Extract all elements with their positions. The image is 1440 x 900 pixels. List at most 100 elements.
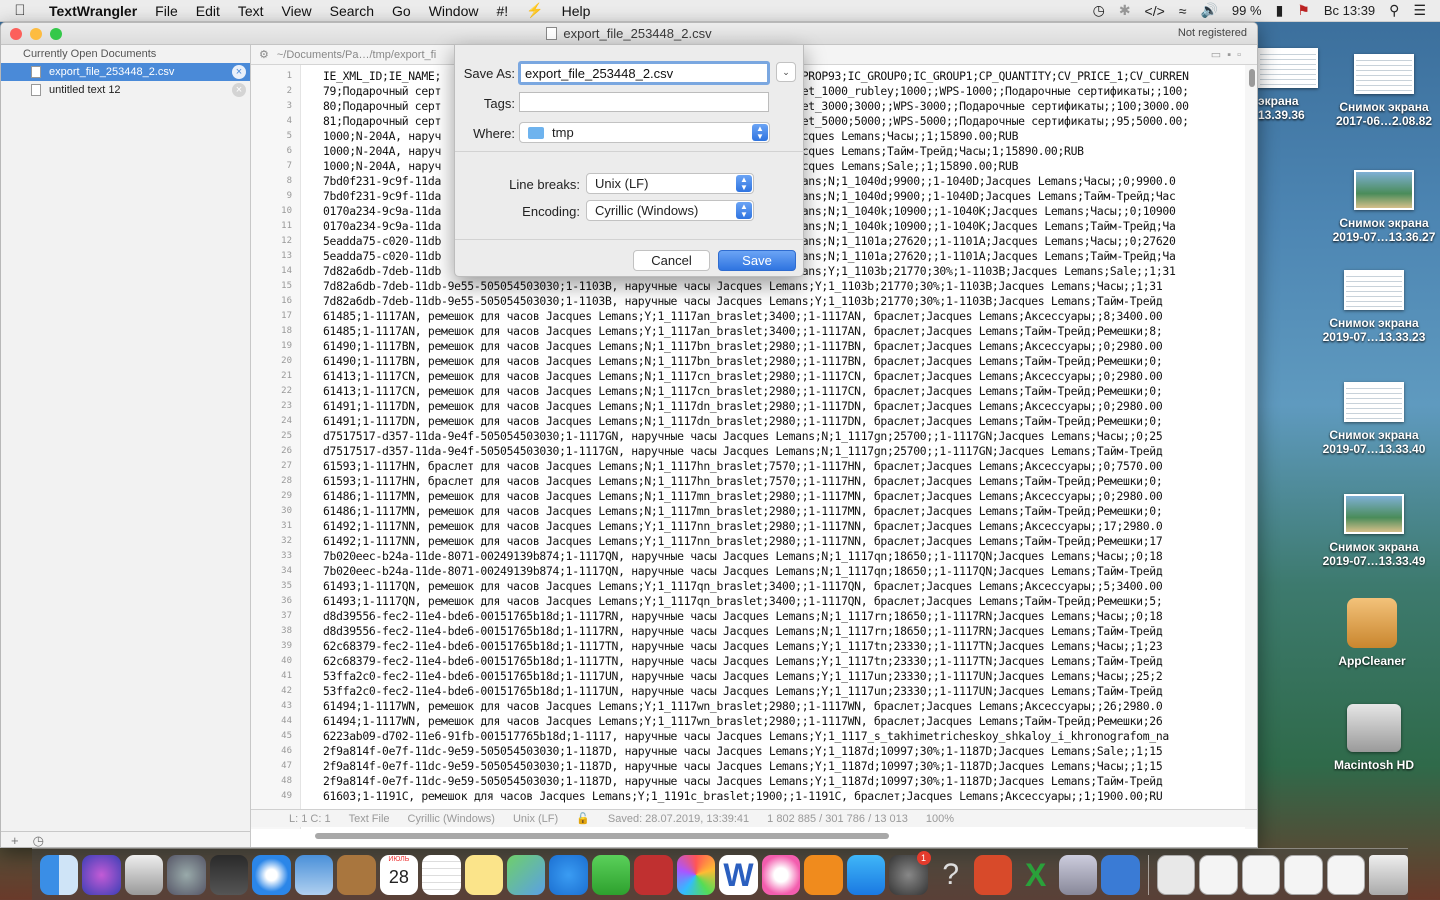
menu-file[interactable]: File <box>146 3 187 19</box>
desktop-app-appcleaner[interactable]: AppCleaner <box>1312 598 1432 668</box>
text-line[interactable]: d8d39556-fec2-11e4-bde6-00151765b18d;1-1… <box>323 624 1163 638</box>
apple-menu-icon[interactable]:  <box>0 2 40 19</box>
finder-icon[interactable] <box>40 854 79 895</box>
recent-document-icon[interactable] <box>1241 854 1281 895</box>
text-line[interactable]: 7b020eec-b24a-11de-8071-00249139b874;1-1… <box>323 549 1163 563</box>
close-window-button[interactable] <box>10 28 22 40</box>
text-line[interactable]: 61593;1-1117HN, браслет для часов Jacque… <box>323 459 1163 473</box>
books-icon[interactable] <box>804 854 843 895</box>
vertical-scrollbar[interactable] <box>1245 65 1257 829</box>
calendar-icon[interactable]: ИЮЛЬ 28 <box>379 854 419 895</box>
image-capture-icon[interactable] <box>1058 854 1098 895</box>
dashboard-icon[interactable] <box>209 854 249 895</box>
action-menu-icon[interactable]: ◷ <box>33 833 44 848</box>
text-line[interactable]: 61413;1-1117CN, ремешок для часов Jacque… <box>323 384 1163 398</box>
zoom-window-button[interactable] <box>50 28 62 40</box>
desktop-drive-macintosh-hd[interactable]: Macintosh HD <box>1314 704 1434 772</box>
minimize-window-button[interactable] <box>30 28 42 40</box>
text-line[interactable]: 62c68379-fec2-11e4-bde6-00151765b18d;1-1… <box>323 639 1163 653</box>
scroll-thumb[interactable] <box>315 833 889 839</box>
add-document-icon[interactable]: + <box>11 833 19 847</box>
textwrangler-dock-icon[interactable] <box>1101 854 1140 895</box>
desktop-file-screenshot-3[interactable]: Снимок экрана 2019-07…13.36.27 <box>1324 170 1440 244</box>
file-path[interactable]: ~/Documents/Pa…/tmp/export_fi <box>277 49 436 61</box>
menu-help[interactable]: Help <box>553 3 600 19</box>
dvd-player-icon[interactable] <box>124 854 164 895</box>
desktop-file-screenshot-6[interactable]: Снимок экрана 2019-07…13.33.49 <box>1314 494 1434 568</box>
save-button[interactable]: Save <box>718 250 796 271</box>
help-question-icon[interactable]: ? <box>932 855 970 895</box>
desktop-file-screenshot-2[interactable]: Снимок экрана 2017-06…2.08.82 <box>1324 54 1440 128</box>
photos-icon[interactable] <box>676 854 716 895</box>
text-line[interactable]: 61492;1-1117NN, ремешок для часов Jacque… <box>323 534 1163 548</box>
text-line[interactable]: 61494;1-1117WN, ремешок для часов Jacque… <box>323 699 1163 713</box>
navbar-controls-icon[interactable]: ▭▪▫ <box>1211 48 1257 61</box>
expand-dialog-chevron-icon[interactable]: ⌄ <box>776 62 796 82</box>
volume-icon[interactable]: 🔊 <box>1200 2 1217 19</box>
battery-icon[interactable]: ▮ <box>1276 2 1284 19</box>
text-line[interactable]: 61603;1-1191C, ремешок для часов Jacques… <box>323 789 1163 803</box>
time-machine-icon[interactable]: ◷ <box>1093 2 1105 19</box>
text-line[interactable]: 61494;1-1117WN, ремешок для часов Jacque… <box>323 714 1163 728</box>
text-line[interactable]: 61492;1-1117NN, ремешок для часов Jacque… <box>323 519 1163 533</box>
tags-field[interactable] <box>519 92 769 112</box>
desktop-file-screenshot-1[interactable]: экрана 13.39.36 <box>1258 48 1318 122</box>
text-line[interactable]: 7d82a6db-7deb-11db-9e55-505054503030;1-1… <box>323 294 1163 308</box>
launchpad-icon[interactable] <box>167 854 206 895</box>
text-line[interactable]: 61493;1-1117QN, ремешок для часов Jacque… <box>323 594 1163 608</box>
menu-view[interactable]: View <box>273 3 321 19</box>
desktop-file-screenshot-4[interactable]: Снимок экрана 2019-07…13.33.23 <box>1314 270 1434 344</box>
text-line[interactable]: 62c68379-fec2-11e4-bde6-00151765b18d;1-1… <box>323 654 1163 668</box>
menu-app-name[interactable]: TextWrangler <box>40 3 146 19</box>
text-line[interactable]: 61490;1-1117BN, ремешок для часов Jacque… <box>323 354 1163 368</box>
text-line[interactable]: 61490;1-1117BN, ремешок для часов Jacque… <box>323 339 1163 353</box>
text-line[interactable]: 61486;1-1117MN, ремешок для часов Jacque… <box>323 489 1163 503</box>
text-line[interactable]: 53ffa2c0-fec2-11e4-bde6-00151765b18d;1-1… <box>323 684 1163 698</box>
text-line[interactable]: 61493;1-1117QN, ремешок для часов Jacque… <box>323 579 1163 593</box>
text-line[interactable]: 61485;1-1117AN, ремешок для часов Jacque… <box>323 324 1163 338</box>
battery-percent[interactable]: 99 % <box>1232 3 1262 18</box>
spotlight-search-icon[interactable]: ⚲ <box>1389 2 1399 19</box>
menu-go[interactable]: Go <box>383 3 420 19</box>
menu-edit[interactable]: Edit <box>187 3 229 19</box>
wifi-icon[interactable]: ≈ <box>1179 3 1187 19</box>
document-linebreaks[interactable]: Unix (LF) <box>513 813 558 825</box>
sidebar-doc-export-file[interactable]: export_file_253448_2.csv × <box>1 63 250 81</box>
reminders-icon[interactable] <box>422 854 461 895</box>
app-store-icon[interactable] <box>846 854 886 895</box>
recent-document-icon[interactable] <box>1326 854 1366 895</box>
text-line[interactable]: 53ffa2c0-fec2-11e4-bde6-00151765b18d;1-1… <box>323 669 1163 683</box>
text-line[interactable]: d7517517-d357-11da-9e4f-505054503030;1-1… <box>323 444 1163 458</box>
contacts-icon[interactable] <box>337 854 376 895</box>
text-line[interactable]: 7d82a6db-7deb-11db-9e55-505054503030;1-1… <box>323 279 1163 293</box>
safari-icon[interactable] <box>252 854 291 895</box>
encoding-popup[interactable]: Cyrillic (Windows) ▲ ▼ <box>586 200 754 221</box>
text-line[interactable]: 2f9a814f-0e7f-11dc-9e59-505054503030;1-1… <box>323 759 1163 773</box>
text-line[interactable]: 61486;1-1117MN, ремешок для часов Jacque… <box>323 504 1163 518</box>
horizontal-scrollbar[interactable] <box>301 831 1245 841</box>
photo-booth-icon[interactable] <box>634 854 673 895</box>
text-line[interactable]: 7b020eec-b24a-11de-8071-00249139b874;1-1… <box>323 564 1163 578</box>
music-icon[interactable] <box>761 854 801 895</box>
cancel-button[interactable]: Cancel <box>633 250 710 271</box>
excel-icon[interactable]: X <box>1016 855 1054 895</box>
gear-icon[interactable]: ⚙ <box>259 48 269 61</box>
close-document-icon[interactable]: × <box>232 83 246 97</box>
maps-icon[interactable] <box>506 854 546 895</box>
menu-scripts[interactable]: #! <box>487 3 517 19</box>
mail-icon[interactable] <box>294 854 334 895</box>
text-line[interactable]: 61491;1-1117DN, ремешок для часов Jacque… <box>323 399 1163 413</box>
recent-document-icon[interactable] <box>1199 854 1238 895</box>
sidebar-doc-untitled[interactable]: untitled text 12 × <box>1 81 250 99</box>
powerpoint-icon[interactable] <box>973 854 1013 895</box>
text-line[interactable]: 61485;1-1117AN, ремешок для часов Jacque… <box>323 309 1163 323</box>
facetime-icon[interactable] <box>591 854 631 895</box>
menu-search[interactable]: Search <box>321 3 383 19</box>
close-document-icon[interactable]: × <box>232 65 246 79</box>
where-popup[interactable]: tmp ▲ ▼ <box>519 122 770 143</box>
word-icon[interactable]: W <box>719 854 758 895</box>
flag-icon[interactable]: ⚑ <box>1297 2 1310 19</box>
notification-center-icon[interactable]: ☰ <box>1413 2 1426 19</box>
notes-icon[interactable] <box>464 854 503 895</box>
text-line[interactable]: 61593;1-1117HN, браслет для часов Jacque… <box>323 474 1163 488</box>
